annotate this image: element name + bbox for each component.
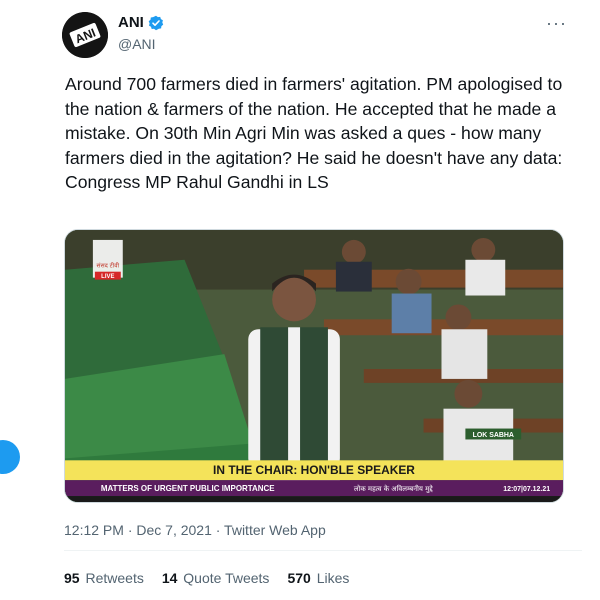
quote-tweets-label: Quote Tweets	[183, 570, 270, 586]
retweets-stat[interactable]: 95 Retweets	[64, 570, 144, 586]
svg-text:LOK SABHA: LOK SABHA	[473, 432, 514, 439]
tweet-card: ANI ANI @ANI ··· Around 700 farmers died…	[0, 0, 600, 600]
engagement-stats: 95 Retweets 14 Quote Tweets 570 Likes	[64, 570, 367, 586]
compose-fab-button[interactable]	[0, 440, 20, 474]
ani-logo: ANI	[62, 12, 108, 58]
lok-sabha-video-frame: संसद टीवी LIVE LOK SABHA IN THE CHAIR: H…	[65, 230, 563, 502]
avatar[interactable]: ANI	[62, 12, 108, 58]
likes-stat[interactable]: 570 Likes	[287, 570, 349, 586]
author-handle[interactable]: @ANI	[118, 36, 156, 52]
quote-tweets-stat[interactable]: 14 Quote Tweets	[162, 570, 270, 586]
svg-text:MATTERS OF URGENT PUBLIC IMPOR: MATTERS OF URGENT PUBLIC IMPORTANCE	[101, 484, 275, 493]
svg-text:लोक महत्व के अविलम्बनीय मुद्दे: लोक महत्व के अविलम्बनीय मुद्दे	[354, 484, 434, 493]
svg-text:12:07|07.12.21: 12:07|07.12.21	[503, 486, 550, 493]
display-name[interactable]: ANI	[118, 14, 144, 31]
svg-text:संसद टीवी: संसद टीवी	[97, 262, 120, 270]
left-rail	[0, 0, 40, 600]
divider	[64, 550, 582, 551]
tweet-timestamp[interactable]: 12:12 PM · Dec 7, 2021 · Twitter Web App	[64, 522, 326, 538]
likes-count: 570	[287, 570, 311, 586]
quote-tweets-count: 14	[161, 570, 178, 586]
tweet-text: Around 700 farmers died in farmers' agit…	[65, 74, 563, 192]
tweet-media[interactable]: संसद टीवी LIVE LOK SABHA IN THE CHAIR: H…	[64, 229, 564, 503]
author-name-row[interactable]: ANI	[118, 14, 164, 31]
retweets-count: 95	[64, 570, 80, 586]
verified-badge-icon	[148, 15, 164, 31]
more-options-icon[interactable]: ···	[546, 14, 567, 32]
svg-text:LIVE: LIVE	[101, 274, 114, 280]
svg-text:IN THE CHAIR: HON'BLE SPEAKER: IN THE CHAIR: HON'BLE SPEAKER	[213, 463, 415, 477]
likes-label: Likes	[316, 570, 350, 586]
retweets-label: Retweets	[85, 570, 144, 586]
